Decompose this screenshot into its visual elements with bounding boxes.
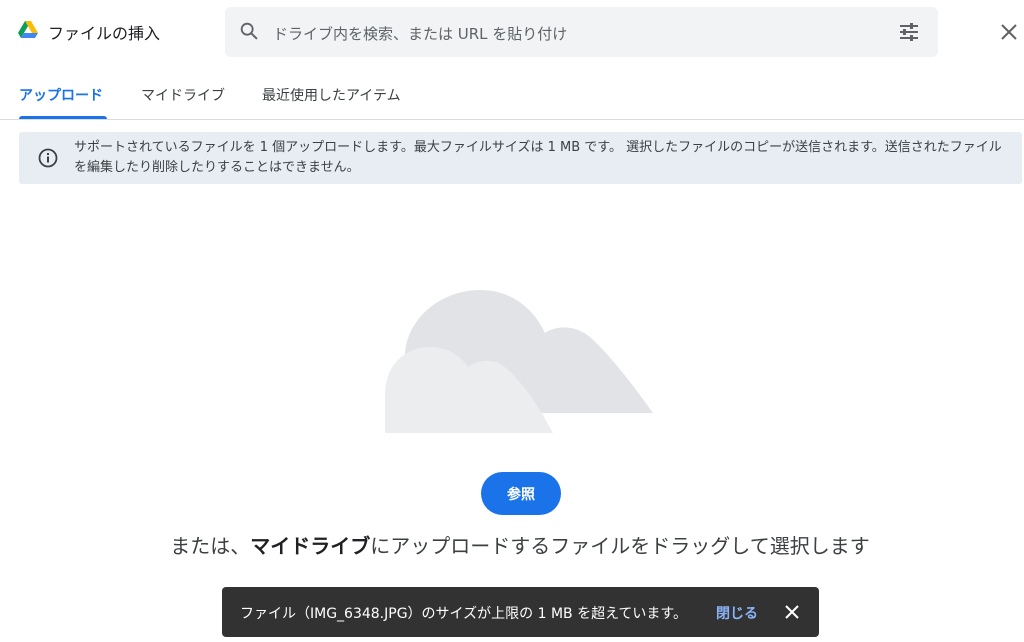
browse-button[interactable]: 参照 (481, 472, 561, 515)
active-tab-indicator (19, 116, 107, 119)
close-icon[interactable] (998, 21, 1020, 43)
search-icon[interactable] (238, 20, 260, 46)
search-input[interactable]: ドライブ内を検索、または URL を貼り付け (273, 23, 567, 44)
picker-header: ファイルの挿入 ドライブ内を検索、または URL を貼り付け (0, 0, 1024, 64)
error-toast: ファイル（IMG_6348.JPG）のサイズが上限の 1 MB を超えています。… (222, 587, 819, 637)
tab-my-drive[interactable]: マイドライブ (141, 85, 225, 105)
tab-recent[interactable]: 最近使用したアイテム (262, 85, 401, 105)
banner-text: サポートされているファイルを 1 個アップロードします。最大ファイルサイズは 1… (74, 140, 1002, 175)
cloud-icon (385, 285, 655, 439)
app-branding: ファイルの挿入 (18, 20, 160, 44)
info-banner: サポートされているファイルを 1 個アップロードします。最大ファイルサイズは 1… (19, 132, 1022, 184)
info-icon (38, 148, 58, 172)
toast-message: ファイル（IMG_6348.JPG）のサイズが上限の 1 MB を超えています。 (240, 606, 687, 622)
drag-hint-suffix: にアップロードするファイルをドラッグして選択します (370, 534, 870, 558)
toast-close-icon[interactable] (783, 603, 801, 625)
dialog-title: ファイルの挿入 (48, 24, 161, 43)
drag-drop-hint: または、マイドライブにアップロードするファイルをドラッグして選択します (0, 530, 1024, 559)
toast-close-button[interactable]: 閉じる (716, 603, 758, 623)
drag-hint-prefix: または、 (170, 534, 251, 558)
tab-upload[interactable]: アップロード (19, 85, 103, 105)
tab-bar: アップロード マイドライブ 最近使用したアイテム (0, 72, 1024, 120)
drag-hint-destination: マイドライブ (250, 534, 371, 558)
tune-icon[interactable] (897, 20, 921, 48)
search-bar[interactable]: ドライブ内を検索、または URL を貼り付け (225, 7, 938, 57)
drive-logo-icon (18, 21, 38, 43)
